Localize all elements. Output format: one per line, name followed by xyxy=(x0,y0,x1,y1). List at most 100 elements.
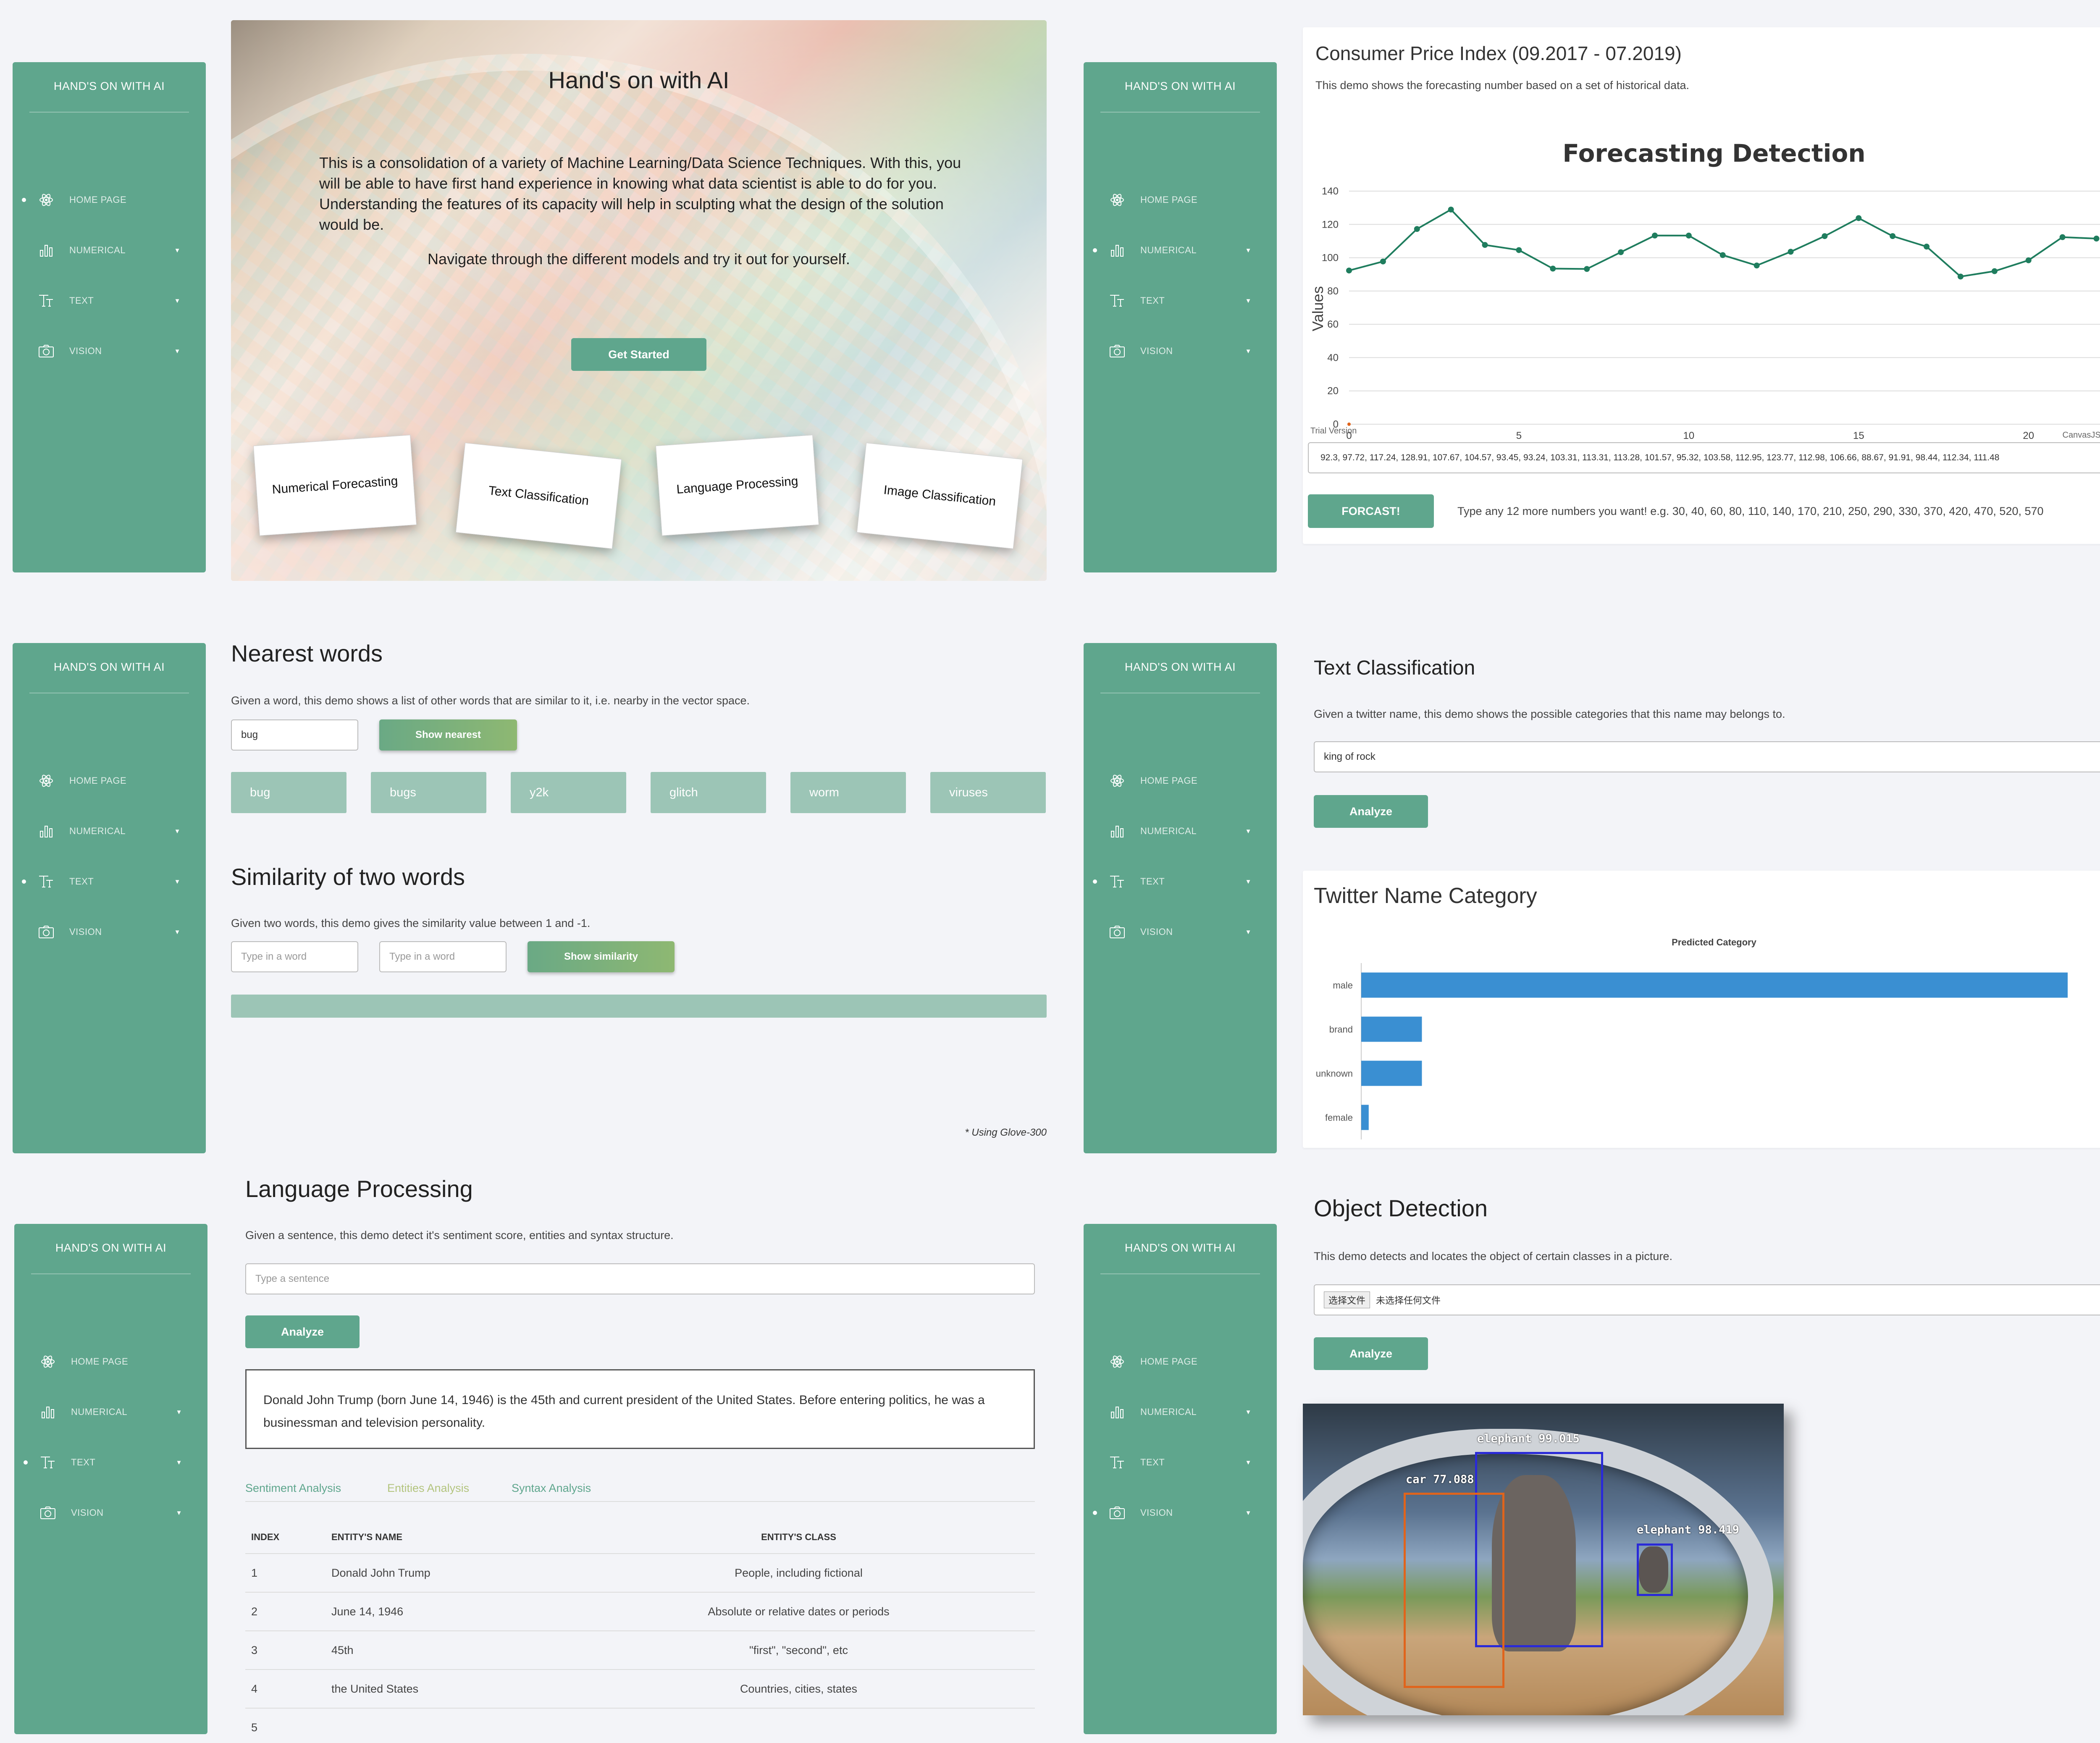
sidebar-item-home-page[interactable]: HOME PAGE xyxy=(1084,183,1277,217)
sidebar-item-text[interactable]: TEXT ▼ xyxy=(1084,1446,1277,1479)
sidebar-item-numerical[interactable]: NUMERICAL ▼ xyxy=(1084,814,1277,848)
atom-icon xyxy=(1108,772,1126,789)
analyze-button[interactable]: Analyze xyxy=(1314,1337,1428,1370)
text-icon xyxy=(37,292,55,309)
analyze-button[interactable]: Analyze xyxy=(1314,795,1428,828)
sidebar-item-vision[interactable]: VISION ▼ xyxy=(13,334,206,368)
car-bounding-box xyxy=(1404,1493,1504,1688)
sidebar-item-home-page[interactable]: HOME PAGE xyxy=(13,183,206,217)
sidebar-item-text[interactable]: TEXT ▼ xyxy=(14,1446,207,1479)
nearest-word-chip: bugs xyxy=(371,772,486,813)
sidebar-divider xyxy=(1100,112,1260,113)
tab-entities-analysis[interactable]: Entities Analysis xyxy=(387,1482,469,1495)
file-input[interactable]: 选择文件 未选择任何文件 xyxy=(1314,1284,2100,1315)
sidebar-item-home-page[interactable]: HOME PAGE xyxy=(1084,764,1277,798)
active-indicator xyxy=(1093,248,1097,252)
word-input[interactable]: bug xyxy=(231,719,358,751)
sidebar-item-vision[interactable]: VISION ▼ xyxy=(14,1496,207,1530)
sidebar-item-label: VISION xyxy=(69,927,102,937)
second-word-input[interactable]: Type in a word xyxy=(379,941,507,972)
trial-version-label: Trial Version xyxy=(1310,426,1357,436)
sidebar-item-numerical[interactable]: NUMERICAL ▼ xyxy=(1084,1395,1277,1429)
camera-icon xyxy=(1108,343,1126,360)
tab-sentiment-analysis[interactable]: Sentiment Analysis xyxy=(245,1482,341,1495)
bar-chart-icon xyxy=(1108,823,1126,840)
entity-class: Absolute or relative dates or periods xyxy=(562,1592,1035,1631)
data-point xyxy=(1890,233,1896,239)
card-image-classification[interactable]: Image Classification xyxy=(856,442,1023,549)
sidebar-item-home-page[interactable]: HOME PAGE xyxy=(14,1345,207,1378)
table-header-row: INDEX ENTITY'S NAME ENTITY'S CLASS xyxy=(245,1521,1035,1554)
sidebar: HAND'S ON WITH AI HOME PAGE NUMERICAL ▼ … xyxy=(13,62,206,572)
chevron-down-icon: ▼ xyxy=(1245,878,1252,885)
twitter-category-title: Twitter Name Category xyxy=(1314,884,1537,908)
cpi-values-input[interactable]: 92.3, 97.72, 117.24, 128.91, 107.67, 104… xyxy=(1308,442,2100,473)
sidebar: HAND'S ON WITH AI HOME PAGE NUMERICAL ▼ … xyxy=(13,643,206,1153)
nearest-word-chip: y2k xyxy=(511,772,626,813)
sidebar-item-numerical[interactable]: NUMERICAL ▼ xyxy=(14,1395,207,1429)
sidebar-item-label: NUMERICAL xyxy=(1140,1407,1197,1417)
sidebar-item-vision[interactable]: VISION ▼ xyxy=(1084,334,1277,368)
sidebar-item-text[interactable]: TEXT ▼ xyxy=(13,865,206,898)
chevron-down-icon: ▼ xyxy=(174,827,181,835)
forcast-button[interactable]: FORCAST! xyxy=(1308,494,1434,528)
entity-class: "first", "second", etc xyxy=(562,1631,1035,1670)
sidebar-item-vision[interactable]: VISION ▼ xyxy=(13,915,206,949)
card-text-classification[interactable]: Text Classification xyxy=(455,442,622,549)
bar xyxy=(1361,1105,1369,1130)
file-status: 未选择任何文件 xyxy=(1376,1295,1441,1306)
twitter-category-card: Twitter Name Category Predicted Category… xyxy=(1303,871,2100,1148)
camera-icon xyxy=(1108,1504,1126,1521)
analyze-button[interactable]: Analyze xyxy=(245,1315,360,1348)
sidebar: HAND'S ON WITH AI HOME PAGE NUMERICAL ▼ … xyxy=(1084,1224,1277,1734)
lang-title: Language Processing xyxy=(245,1176,473,1202)
data-point xyxy=(1380,258,1386,265)
sidebar-item-numerical[interactable]: NUMERICAL ▼ xyxy=(13,234,206,267)
sidebar-item-text[interactable]: TEXT ▼ xyxy=(1084,865,1277,898)
sidebar-item-label: VISION xyxy=(71,1507,104,1518)
chevron-down-icon: ▼ xyxy=(1245,1509,1252,1517)
entity-class: People, including fictional xyxy=(562,1554,1035,1593)
entity-index: 1 xyxy=(245,1554,331,1593)
sidebar-item-text[interactable]: TEXT ▼ xyxy=(13,284,206,318)
show-similarity-button[interactable]: Show similarity xyxy=(528,941,675,972)
text-classification-panel: HAND'S ON WITH AI HOME PAGE NUMERICAL ▼ … xyxy=(1071,581,2100,1162)
predicted-category-bar-chart: Predicted Category00.10.20.30.40.50.60.7… xyxy=(1316,937,2068,1139)
tab-syntax-analysis[interactable]: Syntax Analysis xyxy=(512,1482,591,1495)
twitter-name-input[interactable]: king of rock xyxy=(1314,741,2100,772)
sample-sentence-box: Donald John Trump (born June 14, 1946) i… xyxy=(245,1369,1035,1449)
y-tick-label: 120 xyxy=(1322,219,1339,230)
sidebar-item-numerical[interactable]: NUMERICAL ▼ xyxy=(13,814,206,848)
home-page-panel: HAND'S ON WITH AI HOME PAGE NUMERICAL ▼ … xyxy=(0,0,1071,581)
text-class-description: Given a twitter name, this demo shows th… xyxy=(1314,708,1785,720)
first-word-input[interactable]: Type in a word xyxy=(231,941,358,972)
atom-icon xyxy=(1108,192,1126,208)
sidebar-item-vision[interactable]: VISION ▼ xyxy=(1084,1496,1277,1530)
atom-icon xyxy=(1108,1353,1126,1370)
similarity-result-bar xyxy=(231,995,1047,1018)
show-nearest-button[interactable]: Show nearest xyxy=(379,719,517,751)
sidebar-item-label: HOME PAGE xyxy=(1140,194,1198,205)
sidebar-item-home-page[interactable]: HOME PAGE xyxy=(1084,1345,1277,1378)
card-language-processing[interactable]: Language Processing xyxy=(655,435,819,536)
x-tick-label: 10 xyxy=(1683,430,1695,441)
sidebar-item-numerical[interactable]: NUMERICAL ▼ xyxy=(1084,234,1277,267)
atom-icon xyxy=(37,192,55,208)
choose-file-button[interactable]: 选择文件 xyxy=(1324,1292,1370,1308)
sidebar-item-home-page[interactable]: HOME PAGE xyxy=(13,764,206,798)
sidebar-item-text[interactable]: TEXT ▼ xyxy=(1084,284,1277,318)
sidebar-item-label: TEXT xyxy=(1140,876,1165,887)
camera-icon xyxy=(37,343,55,360)
get-started-button[interactable]: Get Started xyxy=(571,338,706,371)
sentence-input[interactable]: Type a sentence xyxy=(245,1263,1035,1294)
y-tick-label: 60 xyxy=(1327,319,1339,330)
card-numerical-forecasting[interactable]: Numerical Forecasting xyxy=(253,435,417,536)
entity-index: 4 xyxy=(245,1670,331,1709)
sidebar: HAND'S ON WITH AI HOME PAGE NUMERICAL ▼ … xyxy=(1084,62,1277,572)
sidebar-item-vision[interactable]: VISION ▼ xyxy=(1084,915,1277,949)
glove-footnote: * Using Glove-300 xyxy=(965,1127,1047,1138)
active-indicator xyxy=(1093,1511,1097,1515)
forecast-hint: Type any 12 more numbers you want! e.g. … xyxy=(1457,505,2044,517)
chevron-down-icon: ▼ xyxy=(174,297,181,304)
language-processing-panel: HAND'S ON WITH AI HOME PAGE NUMERICAL ▼ … xyxy=(0,1162,1071,1743)
